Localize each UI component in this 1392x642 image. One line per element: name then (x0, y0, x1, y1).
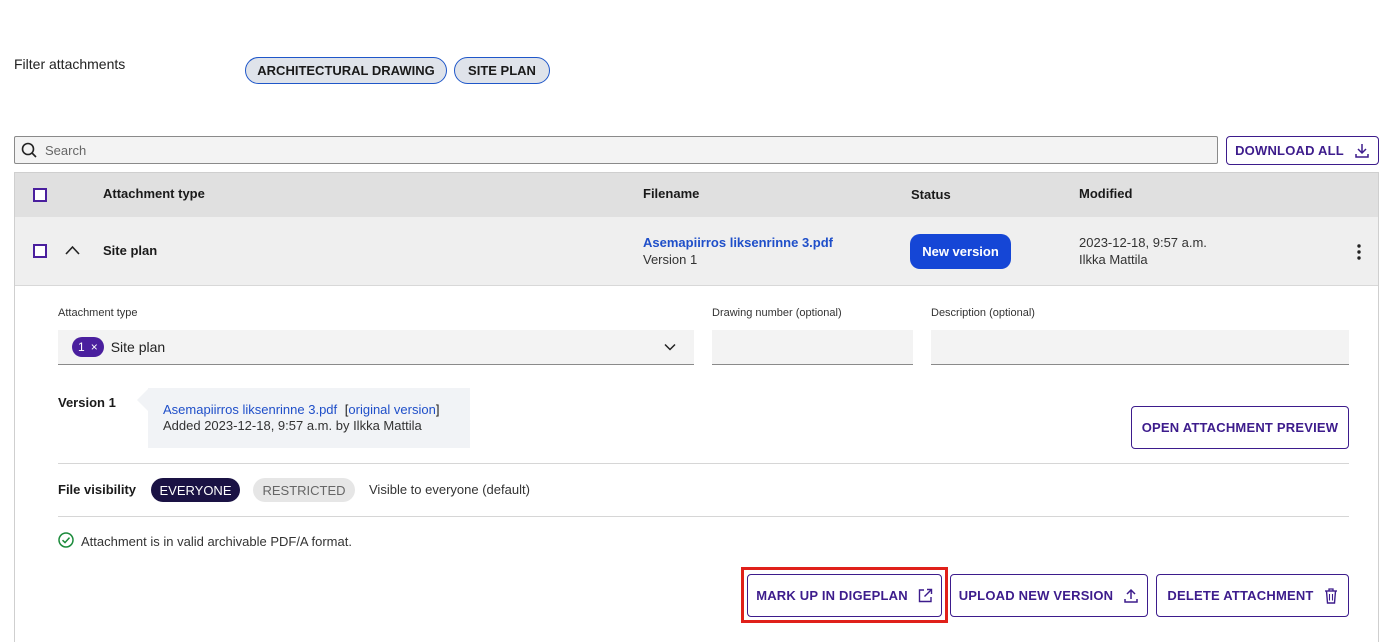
download-all-label: DOWNLOAD ALL (1235, 143, 1344, 158)
column-header-modified[interactable]: Modified (1079, 186, 1132, 201)
search-box[interactable] (14, 136, 1218, 164)
delete-attachment-button[interactable]: DELETE ATTACHMENT (1156, 574, 1349, 617)
open-attachment-preview-button[interactable]: OPEN ATTACHMENT PREVIEW (1131, 406, 1349, 449)
highlight-box (741, 567, 948, 623)
filter-label: Filter attachments (14, 56, 126, 72)
divider (58, 516, 1349, 517)
row-version: Version 1 (643, 252, 698, 267)
upload-label: UPLOAD NEW VERSION (958, 588, 1114, 603)
row-filename-link[interactable]: Asemapiirros liksenrinne 3.pdf (643, 235, 833, 250)
divider (58, 463, 1349, 464)
drawing-number-label: Drawing number (optional) (712, 307, 842, 319)
file-visibility-label: File visibility (58, 482, 137, 497)
description-label: Description (optional) (931, 307, 1035, 319)
pdfa-status-text: Attachment is in valid archivable PDF/A … (81, 534, 352, 549)
column-header-status[interactable]: Status (911, 187, 951, 202)
original-version-link[interactable]: original version (348, 402, 435, 417)
description-input[interactable] (931, 330, 1349, 365)
bracket-close: ] (435, 402, 440, 417)
download-icon (1355, 143, 1369, 158)
attachment-type-count: 1 (78, 340, 85, 354)
delete-label: DELETE ATTACHMENT (1167, 588, 1314, 603)
attachment-type-tag[interactable]: 1 × (72, 337, 104, 357)
column-header-attachment-type[interactable]: Attachment type (103, 186, 205, 201)
column-header-filename[interactable]: Filename (643, 186, 699, 201)
drawing-number-input[interactable] (712, 330, 913, 365)
upload-new-version-button[interactable]: UPLOAD NEW VERSION (950, 574, 1148, 617)
version-file-link[interactable]: Asemapiirros liksenrinne 3.pdf (163, 402, 337, 417)
visibility-description: Visible to everyone (default) (369, 482, 530, 497)
search-icon (21, 142, 37, 158)
chevron-down-icon[interactable] (664, 343, 676, 351)
upload-icon (1124, 588, 1139, 603)
chevron-up-icon[interactable] (64, 244, 81, 256)
visibility-everyone-toggle[interactable]: EVERYONE (151, 478, 240, 502)
search-input[interactable] (43, 141, 1197, 159)
visibility-restricted-toggle[interactable]: RESTRICTED (253, 478, 355, 502)
attachment-type-field-label: Attachment type (58, 307, 138, 319)
check-circle-icon (58, 532, 74, 548)
select-all-checkbox[interactable] (33, 188, 47, 202)
version-file-line: Asemapiirros liksenrinne 3.pdf [original… (163, 402, 439, 417)
filter-chip-architectural-drawing[interactable]: ARCHITECTURAL DRAWING (245, 57, 447, 84)
row-attachment-type: Site plan (103, 243, 158, 258)
more-options-icon[interactable] (1353, 243, 1365, 261)
trash-icon (1324, 587, 1337, 604)
status-badge: New version (910, 234, 1011, 269)
attachment-type-value: Site plan (110, 339, 166, 355)
tag-remove-icon[interactable]: × (91, 340, 98, 354)
row-modified-by: Ilkka Mattila (1079, 252, 1148, 267)
filter-chip-site-plan[interactable]: SITE PLAN (454, 57, 550, 84)
version-added-text: Added 2023-12-18, 9:57 a.m. by Ilkka Mat… (163, 418, 422, 433)
row-modified-date: 2023-12-18, 9:57 a.m. (1079, 235, 1207, 250)
row-checkbox[interactable] (33, 244, 47, 258)
download-all-button[interactable]: DOWNLOAD ALL (1226, 136, 1379, 165)
attachment-type-select[interactable]: 1 × Site plan (58, 330, 694, 365)
version-title: Version 1 (58, 395, 116, 410)
